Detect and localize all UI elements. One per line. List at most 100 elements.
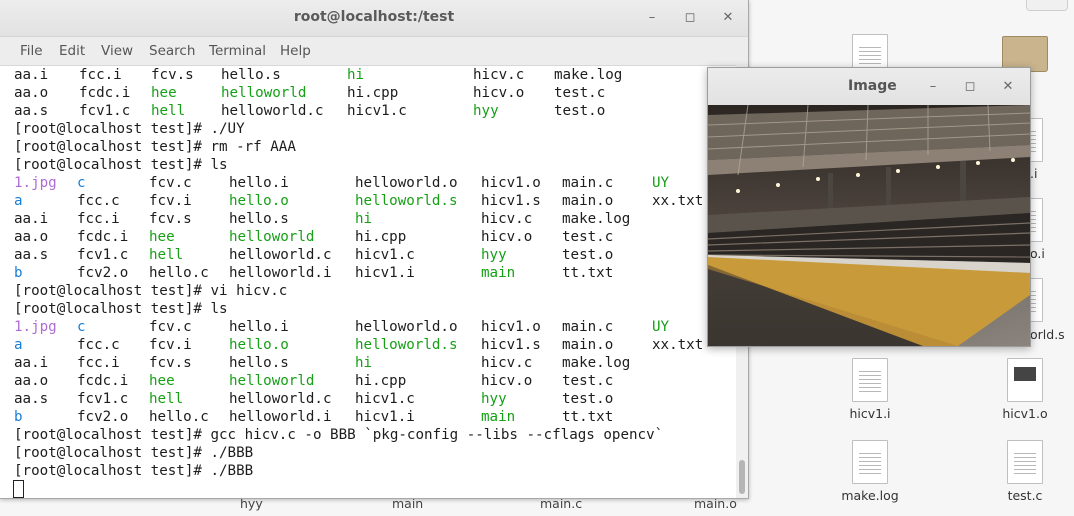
terminal-text: test.c: [554, 85, 606, 101]
terminal-text: [root@localhost test]# ./UY: [14, 121, 245, 137]
terminal-text: helloworld.o: [355, 175, 458, 191]
terminal-text: hello.c: [149, 409, 209, 425]
window-title: root@localhost:/test: [293, 9, 455, 25]
terminal-text: make.log: [562, 211, 631, 227]
file-label: make.log: [841, 488, 899, 503]
terminal-text: helloworld: [221, 85, 307, 101]
terminal-text: aa.o: [14, 85, 49, 101]
terminal-text: hi: [355, 355, 373, 371]
terminal-text: tt.txt: [562, 409, 614, 425]
terminal-text: main: [481, 265, 516, 281]
terminal-text: hee: [149, 229, 175, 245]
file-label: test.c: [1007, 488, 1043, 503]
terminal-text: fcc.c: [77, 337, 120, 353]
terminal-text: hell: [149, 391, 184, 407]
minimize-icon[interactable]: –: [642, 8, 662, 28]
terminal-text: main.o: [562, 337, 614, 353]
terminal-text: make.log: [554, 67, 623, 83]
terminal-text: helloworld.s: [355, 193, 458, 209]
terminal-text: c: [77, 319, 86, 335]
terminal-text: b: [14, 409, 23, 425]
scrollbar-thumb[interactable]: [739, 460, 745, 494]
menu-search[interactable]: Search: [149, 43, 195, 59]
terminal-text: hicv1.o: [481, 175, 541, 191]
terminal-text: test.c: [562, 229, 614, 245]
image-window-titlebar[interactable]: Image – ◻ ✕: [708, 68, 1030, 105]
terminal-text: helloworld: [229, 229, 315, 245]
terminal-text: fcv.c: [149, 175, 192, 191]
terminal-text: c: [77, 175, 86, 191]
terminal-text: hyy: [481, 391, 507, 407]
terminal-text: fcv1.c: [77, 391, 129, 407]
file-item-make-log[interactable]: make.log: [825, 440, 915, 503]
terminal-text: helloworld.o: [355, 319, 458, 335]
terminal-text: hicv1.c: [347, 103, 407, 119]
terminal-text: hicv1.i: [355, 265, 415, 281]
terminal-text: aa.i: [14, 355, 49, 371]
terminal-text: [root@localhost test]# ./BBB: [14, 445, 254, 461]
text-file-icon: [1007, 440, 1043, 484]
image-file-icon: [1007, 358, 1043, 402]
menu-edit[interactable]: Edit: [59, 43, 85, 59]
file-item-hicv1-o[interactable]: hicv1.o: [980, 358, 1070, 421]
terminal-text: hicv.o: [481, 373, 533, 389]
close-icon[interactable]: ✕: [998, 77, 1018, 97]
menu-help[interactable]: Help: [280, 43, 311, 59]
terminal-window[interactable]: root@localhost:/test – ◻ ✕ File Edit Vie…: [0, 0, 749, 499]
file-label: .i: [1030, 166, 1038, 181]
menu-bar: File Edit View Search Terminal Help: [0, 37, 748, 66]
terminal-text: hicv1.c: [355, 247, 415, 263]
terminal-text: hee: [149, 373, 175, 389]
terminal-text: a: [14, 193, 23, 209]
terminal-text: hello.s: [229, 355, 289, 371]
image-window[interactable]: Image – ◻ ✕: [707, 67, 1031, 347]
close-icon[interactable]: ✕: [718, 8, 738, 28]
file-manager-toolbar-button[interactable]: [1026, 0, 1068, 11]
terminal-text: test.c: [562, 373, 614, 389]
terminal-text: [root@localhost test]# ls: [14, 301, 228, 317]
terminal-text: main.c: [562, 319, 614, 335]
terminal-text: hyy: [473, 103, 499, 119]
file-item-test-c[interactable]: test.c: [980, 440, 1070, 503]
station-platform-photo: [708, 105, 1030, 346]
maximize-icon[interactable]: ◻: [960, 77, 980, 97]
minimize-icon[interactable]: –: [923, 77, 943, 97]
terminal-text: hicv.c: [473, 67, 525, 83]
terminal-text: UY: [652, 175, 670, 191]
terminal-text: hi: [355, 211, 373, 227]
terminal-text: aa.s: [14, 391, 49, 407]
terminal-text: a: [14, 337, 23, 353]
terminal-text: hell: [149, 247, 184, 263]
terminal-text: [root@localhost test]# rm -rf AAA: [14, 139, 296, 155]
terminal-output[interactable]: aa.i fcc.i fcv.s hello.s hi hicv.c make.log aa.…: [0, 65, 736, 498]
terminal-text: fcdc.i: [77, 229, 129, 245]
terminal-text: helloworld.s: [355, 337, 458, 353]
terminal-text: fcdc.i: [77, 373, 129, 389]
terminal-text: test.o: [562, 391, 614, 407]
terminal-text: hicv.o: [481, 229, 533, 245]
terminal-text: helloworld.i: [229, 409, 332, 425]
terminal-text: 1.jpg: [14, 175, 57, 191]
terminal-text: hicv1.s: [481, 193, 541, 209]
menu-file[interactable]: File: [20, 43, 43, 59]
terminal-text: helloworld.i: [229, 265, 332, 281]
file-label: hicv1.o: [1002, 406, 1048, 421]
terminal-text: hicv.o: [473, 85, 525, 101]
terminal-titlebar[interactable]: root@localhost:/test – ◻ ✕: [0, 0, 748, 37]
terminal-text: fcc.i: [77, 211, 120, 227]
terminal-text: fcv.s: [151, 67, 194, 83]
terminal-text: aa.s: [14, 103, 49, 119]
terminal-text: helloworld.c: [229, 391, 332, 407]
terminal-text: hyy: [481, 247, 507, 263]
file-item-hicv1-i[interactable]: hicv1.i: [825, 358, 915, 421]
menu-terminal[interactable]: Terminal: [209, 43, 266, 59]
text-cursor: [13, 480, 24, 498]
menu-view[interactable]: View: [101, 43, 133, 59]
terminal-text: hello.o: [229, 193, 289, 209]
terminal-text: main.c: [562, 175, 614, 191]
terminal-text: fcdc.i: [79, 85, 131, 101]
terminal-text: [root@localhost test]# vi hicv.c: [14, 283, 288, 299]
terminal-text: fcv1.c: [79, 103, 131, 119]
maximize-icon[interactable]: ◻: [680, 8, 700, 28]
terminal-text: hello.i: [229, 319, 289, 335]
